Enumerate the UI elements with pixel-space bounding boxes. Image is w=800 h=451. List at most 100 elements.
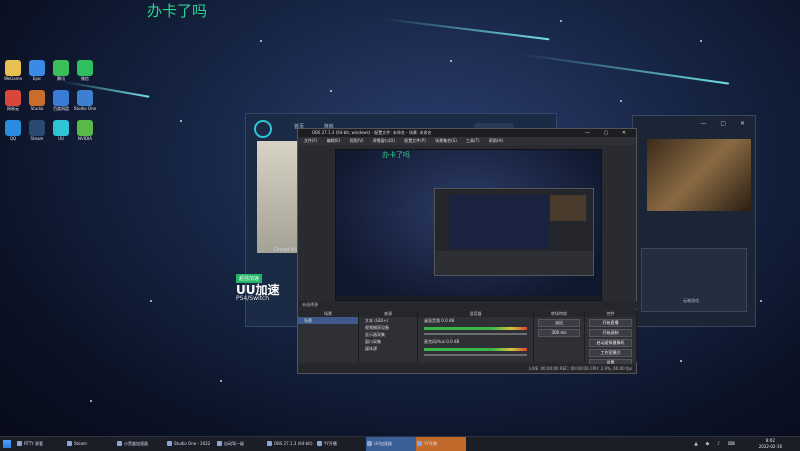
taskbar-app-button[interactable]: YY开播 <box>316 437 366 451</box>
source-item[interactable]: 窗口采集 <box>359 338 417 345</box>
obs-title: OBS 27.1.3 (64-bit, windows) - 配置文件: 未命名… <box>312 130 432 135</box>
scene-item[interactable]: 场景 <box>298 317 358 324</box>
volume-slider[interactable] <box>424 333 527 335</box>
window-controls[interactable]: — ▢ ✕ <box>700 120 751 127</box>
scenes-dock: 场景 场景 <box>298 310 359 362</box>
desktop-icon[interactable]: WeGame <box>2 60 24 82</box>
meteor-streak <box>520 53 730 85</box>
desktop-icon[interactable]: UU <box>50 120 72 142</box>
studio-mode-button[interactable]: 工作室模式 <box>589 349 632 357</box>
desktop-icon[interactable]: NVIDIA <box>74 120 96 142</box>
sources-dock: 来源 文本 (GDI+) 视频捕获设备 显示器采集 窗口采集 媒体源 <box>359 310 418 362</box>
window-controls[interactable]: — ▢ ✕ <box>585 129 632 137</box>
taskbar-app-button[interactable]: 小黑盒加速器 <box>116 437 166 451</box>
windows-start-icon[interactable] <box>3 440 11 448</box>
desktop-icon-label: 百度网盘 <box>53 106 69 111</box>
video-app-window[interactable]: — ▢ ✕ 云端游戏 <box>632 115 756 327</box>
desktop-icon-label: Studio <box>30 106 44 111</box>
desktop-icon[interactable]: Epic <box>26 60 48 82</box>
source-item[interactable]: 显示器采集 <box>359 331 417 338</box>
desktop-icon[interactable]: 微信 <box>74 60 96 82</box>
mixer-dock: 混音器 桌面音频 0.0 dB 麦克风/Aux 0.0 dB <box>418 310 534 362</box>
desktop-icon-label: Steam <box>30 136 44 141</box>
transition-select[interactable]: 淡出 <box>538 319 580 327</box>
taskbar-app-button[interactable]: Studio One - 2022 <box>166 437 216 451</box>
obs-titlebar: OBS 27.1.3 (64-bit, windows) - 配置文件: 未命名… <box>298 129 636 137</box>
taskbar-app-button[interactable]: OBS 27.1.3 (64-bit) <box>266 437 316 451</box>
app-icon <box>5 120 21 136</box>
clock-date: 2022-02-16 <box>758 444 782 449</box>
desktop-icon[interactable]: 腾讯 <box>50 60 72 82</box>
volume-meter <box>424 327 527 330</box>
taskbar-app-button[interactable]: UU加速器 <box>366 437 416 451</box>
scenes-header: 场景 <box>298 310 358 317</box>
desktop-icon[interactable]: Steam <box>26 120 48 142</box>
desktop-icon-label: UU <box>58 136 64 141</box>
taskbar-app-button[interactable]: RTTY 观看 <box>16 437 66 451</box>
app-icon <box>77 60 93 76</box>
menu-help[interactable]: 帮助(H) <box>489 138 503 143</box>
mixer-track-name: 桌面音频 0.0 dB <box>424 318 455 323</box>
desktop-icon-label: Studio One <box>73 106 97 111</box>
transitions-dock: 转场特效 淡出 300 ms <box>534 310 585 362</box>
mixer-track-name: 麦克风/Aux 0.0 dB <box>424 339 460 344</box>
desktop-icon-label: 网易云 <box>7 106 19 111</box>
app-icon <box>5 60 21 76</box>
obs-menubar: 文件(F) 编辑(E) 视图(V) 停靠窗口(D) 配置文件(P) 场景集合(S… <box>298 137 636 145</box>
duration-input[interactable]: 300 ms <box>538 329 580 337</box>
obs-preview-canvas[interactable]: 办卡了吗 <box>335 149 602 301</box>
desktop-icon[interactable]: 百度网盘 <box>50 90 72 112</box>
app-icon <box>53 90 69 106</box>
menu-profile[interactable]: 配置文件(P) <box>404 138 426 143</box>
controls-dock: 控件 开始直播 开始录制 启动虚拟摄像机 工作室模式 设置 <box>585 310 637 367</box>
system-tray[interactable]: ▲ ◆ ♪ ⌨ <box>694 437 738 451</box>
controls-header: 控件 <box>585 310 636 317</box>
desktop-icon-label: WeGame <box>3 76 23 81</box>
app-icon <box>53 120 69 136</box>
panel-label: 云端游戏 <box>683 298 699 303</box>
obs-docks: 场景 场景 来源 文本 (GDI+) 视频捕获设备 显示器采集 窗口采集 媒体源… <box>298 310 637 367</box>
menu-tools[interactable]: 工具(T) <box>466 138 480 143</box>
source-toolbar: 未选择源 <box>298 301 640 309</box>
source-item[interactable]: 媒体源 <box>359 345 417 352</box>
desktop-overlay-text: 办卡了吗 <box>147 2 208 20</box>
taskbar-app-button[interactable]: YY开播 <box>416 437 466 451</box>
volume-meter <box>424 348 527 351</box>
taskbar-app-button[interactable]: Steam <box>66 437 116 451</box>
desktop-icon-label: QQ <box>9 136 17 141</box>
desktop-icon[interactable]: QQ <box>2 120 24 142</box>
obs-window[interactable]: OBS 27.1.3 (64-bit, windows) - 配置文件: 未命名… <box>297 128 640 374</box>
desktop-icon-label: 腾讯 <box>57 76 65 81</box>
desktop-icon-label: NVIDIA <box>78 136 92 141</box>
menu-docks[interactable]: 停靠窗口(D) <box>373 138 395 143</box>
source-item[interactable]: 文本 (GDI+) <box>359 317 417 324</box>
virtual-camera-button[interactable]: 启动虚拟摄像机 <box>589 339 632 347</box>
nested-obs-capture <box>434 188 594 276</box>
menu-edit[interactable]: 编辑(E) <box>327 138 341 143</box>
desktop-icon[interactable]: Studio One <box>74 90 96 112</box>
app-icon <box>29 90 45 106</box>
taskbar-app-button[interactable]: 自动驾一级 <box>216 437 266 451</box>
taskbar-clock[interactable]: 8:02 2022-02-16 <box>759 438 782 450</box>
meteor-streak <box>380 17 550 41</box>
start-recording-button[interactable]: 开始录制 <box>589 329 632 337</box>
nested-docks <box>435 251 593 275</box>
menu-view[interactable]: 视图(V) <box>350 138 364 143</box>
sources-header: 来源 <box>359 310 417 317</box>
desktop-icon[interactable]: Studio <box>26 90 48 112</box>
menu-file[interactable]: 文件(F) <box>304 138 317 143</box>
menu-scene-collection[interactable]: 场景集合(S) <box>435 138 457 143</box>
start-streaming-button[interactable]: 开始直播 <box>589 319 632 327</box>
video-thumbnail-image[interactable] <box>647 139 751 211</box>
desktop-icon[interactable]: 网易云 <box>2 90 24 112</box>
obs-statusbar: LIVE: 00:00:00 REC: 00:00:00 CPU: 2.9%, … <box>298 364 636 373</box>
nested-preview <box>449 195 549 249</box>
app-icon <box>29 60 45 76</box>
preview-overlay-text: 办卡了吗 <box>382 151 410 159</box>
volume-slider[interactable] <box>424 354 527 356</box>
source-item[interactable]: 视频捕获设备 <box>359 324 417 331</box>
app-icon <box>77 90 93 106</box>
mixer-header: 混音器 <box>418 310 533 317</box>
desktop-icon-label: 微信 <box>81 76 89 81</box>
app-icon <box>5 90 21 106</box>
